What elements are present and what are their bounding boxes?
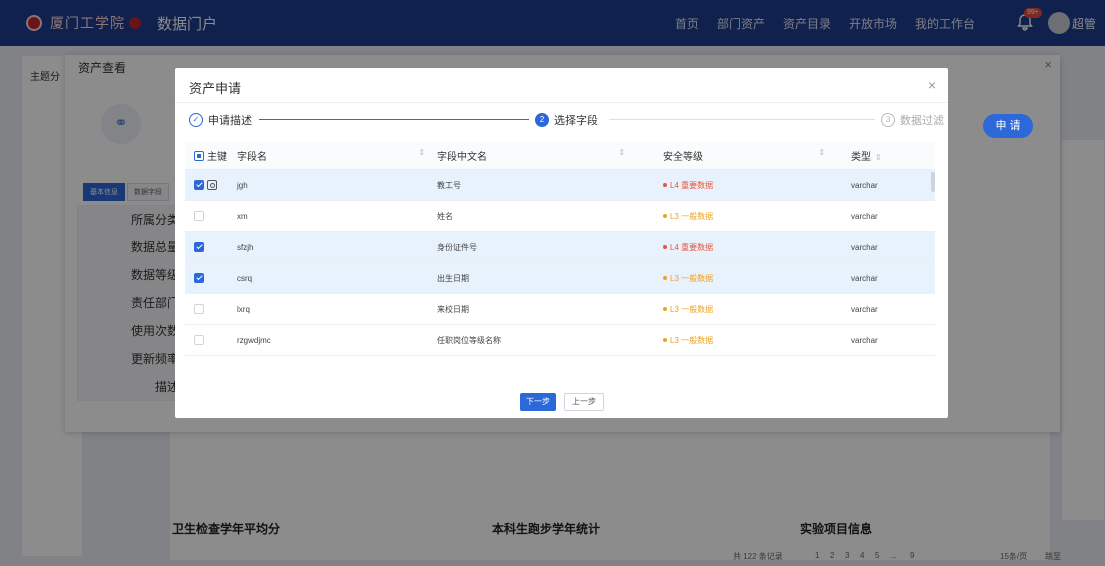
security-level: L3 一般数据	[637, 335, 837, 346]
step-label: 申请描述	[208, 115, 252, 127]
row-checkbox[interactable]	[194, 180, 204, 190]
field-name: jgh	[237, 180, 248, 190]
col-label: 类型	[851, 152, 871, 163]
field-cn-name: 教工号	[437, 180, 461, 190]
level-dot-icon	[663, 245, 667, 250]
col-label: 安全等级	[663, 152, 703, 163]
security-level: L4 重要数据	[637, 242, 837, 253]
step-number: 2	[535, 113, 549, 127]
field-type: varchar	[851, 273, 878, 283]
table-row[interactable]: rzgwdjmc 任职岗位等级名称 L3 一般数据 varchar	[185, 325, 935, 356]
security-level: L3 一般数据	[637, 304, 837, 315]
check-icon: ✓	[189, 113, 203, 127]
level-dot-icon	[663, 276, 667, 281]
col-field-name[interactable]: 字段名 ⇕	[231, 148, 437, 163]
security-level-text: L3 一般数据	[670, 273, 714, 283]
field-cn-name: 任职岗位等级名称	[437, 335, 501, 345]
table-row[interactable]: lxrq 来校日期 L3 一般数据 varchar	[185, 294, 935, 325]
level-dot-icon	[663, 307, 667, 312]
security-level: L3 一般数据	[637, 273, 837, 284]
field-cn-name: 出生日期	[437, 273, 469, 283]
col-label: 字段名	[237, 152, 267, 163]
security-level-text: L3 一般数据	[670, 304, 714, 314]
row-checkbox[interactable]	[194, 304, 204, 314]
col-key: 主键	[207, 152, 227, 163]
row-checkbox[interactable]	[194, 211, 204, 221]
field-name: csrq	[237, 273, 253, 283]
table-row[interactable]: sfzjh 身份证件号 L4 重要数据 varchar	[185, 232, 935, 263]
sort-icon[interactable]: ⇕	[875, 153, 882, 162]
dialog-title: 资产申请	[189, 81, 242, 96]
prev-step-button[interactable]: 上一步	[564, 393, 604, 411]
field-type: varchar	[851, 211, 878, 221]
divider	[175, 102, 948, 103]
field-name: xm	[237, 211, 248, 221]
security-level: L4 重要数据	[637, 180, 837, 191]
field-name: sfzjh	[237, 242, 254, 252]
asset-apply-dialog: 资产申请 × ✓ 申请描述 2 选择字段 3 数据过滤 申 请 主键 字段名 ⇕ …	[175, 68, 1033, 418]
field-cn-name: 姓名	[437, 211, 453, 221]
step-select-fields[interactable]: 2 选择字段	[535, 112, 598, 128]
select-all-checkbox[interactable]	[194, 150, 204, 161]
field-cn-name: 身份证件号	[437, 242, 477, 252]
row-checkbox[interactable]	[194, 242, 204, 252]
security-level: L3 一般数据	[637, 211, 837, 222]
security-level-text: L3 一般数据	[670, 211, 714, 221]
field-table: 主键 字段名 ⇕ 字段中文名 ⇕ 安全等级 ⇕ 类型 ⇕ jgh 教工号 L4 重要数据 va…	[185, 142, 935, 372]
table-row[interactable]: csrq 出生日期 L3 一般数据 varchar	[185, 263, 935, 294]
sort-icon[interactable]: ⇕	[418, 148, 425, 163]
step-number: 3	[881, 113, 895, 127]
primary-key-icon	[207, 180, 217, 190]
level-dot-icon	[663, 183, 667, 188]
field-name: rzgwdjmc	[237, 335, 271, 345]
sort-icon[interactable]: ⇕	[818, 148, 825, 163]
security-level-text: L4 重要数据	[670, 242, 714, 252]
field-cn-name: 来校日期	[437, 304, 469, 314]
row-checkbox[interactable]	[194, 273, 204, 283]
security-level-text: L4 重要数据	[670, 180, 714, 190]
table-row[interactable]: jgh 教工号 L4 重要数据 varchar	[185, 170, 935, 201]
table-row[interactable]: xm 姓名 L3 一般数据 varchar	[185, 201, 935, 232]
step-connector	[259, 119, 529, 120]
step-label: 数据过滤	[900, 115, 944, 127]
col-security-level[interactable]: 安全等级 ⇕	[637, 148, 837, 163]
scrollbar[interactable]	[931, 172, 935, 192]
sort-icon[interactable]: ⇕	[618, 148, 625, 163]
level-dot-icon	[663, 214, 667, 219]
row-checkbox[interactable]	[194, 335, 204, 345]
step-apply-description[interactable]: ✓ 申请描述	[189, 112, 252, 128]
col-label: 字段中文名	[437, 152, 487, 163]
field-type: varchar	[851, 304, 878, 314]
step-label: 选择字段	[554, 115, 598, 127]
col-field-cn-name[interactable]: 字段中文名 ⇕	[437, 148, 637, 163]
next-step-button[interactable]: 下一步	[520, 393, 556, 411]
step-data-filter[interactable]: 3 数据过滤	[881, 112, 944, 128]
table-body: jgh 教工号 L4 重要数据 varchar xm 姓名 L3 一般数据 varchar sf…	[185, 170, 935, 356]
apply-button[interactable]: 申 请	[983, 114, 1033, 138]
col-type[interactable]: 类型 ⇕	[837, 148, 897, 163]
close-icon[interactable]: ×	[928, 77, 936, 93]
step-connector	[609, 119, 875, 120]
field-type: varchar	[851, 180, 878, 190]
level-dot-icon	[663, 338, 667, 343]
table-header: 主键 字段名 ⇕ 字段中文名 ⇕ 安全等级 ⇕ 类型 ⇕	[185, 142, 935, 170]
security-level-text: L3 一般数据	[670, 335, 714, 345]
steps: ✓ 申请描述 2 选择字段 3 数据过滤	[189, 112, 949, 134]
field-type: varchar	[851, 335, 878, 345]
field-type: varchar	[851, 242, 878, 252]
field-name: lxrq	[237, 304, 250, 314]
